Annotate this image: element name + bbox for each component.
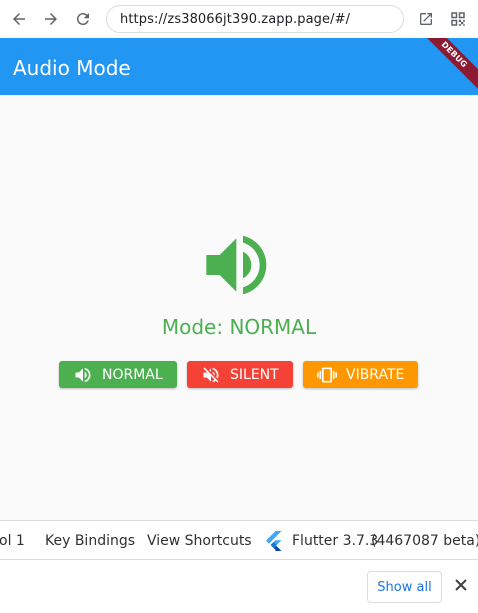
show-all-button[interactable]: Show all (367, 571, 442, 603)
devtools-bar: ol 1 Key Bindings View Shortcuts Flutter… (0, 520, 478, 560)
devtools-item-view-shortcuts[interactable]: View Shortcuts (147, 533, 252, 549)
volume-up-icon (73, 365, 93, 385)
devtools-item-key-bindings[interactable]: Key Bindings (45, 533, 135, 549)
open-external-icon[interactable] (414, 7, 438, 31)
normal-mode-button[interactable]: NORMAL (59, 361, 177, 388)
vibrate-button-label: VIBRATE (346, 366, 405, 383)
main-content: Mode: NORMAL NORMAL SILENT VIBRATE (0, 95, 478, 520)
app-bar: Audio Mode DEBUG (0, 38, 478, 95)
mode-status-text: Mode: NORMAL (161, 315, 317, 339)
vibration-icon (317, 365, 337, 385)
volume-off-icon (201, 365, 221, 385)
vibrate-mode-button[interactable]: VIBRATE (303, 361, 418, 388)
flutter-logo-icon (266, 531, 282, 551)
reload-icon[interactable] (71, 7, 95, 31)
normal-button-label: NORMAL (102, 366, 163, 383)
browser-toolbar: https://zs38066jt390.zapp.page/#/ (0, 0, 478, 38)
download-bar: Show all (0, 560, 478, 613)
page-title: Audio Mode (13, 56, 131, 80)
volume-up-icon (205, 235, 271, 295)
debug-banner: DEBUG (416, 38, 478, 93)
silent-button-label: SILENT (230, 366, 279, 383)
forward-arrow-icon[interactable] (39, 7, 63, 31)
flutter-build: (4467087 beta) (371, 533, 478, 549)
close-icon[interactable] (454, 578, 470, 594)
qr-code-icon[interactable] (446, 7, 470, 31)
flutter-version: Flutter 3.7.3 (292, 533, 379, 549)
silent-mode-button[interactable]: SILENT (187, 361, 293, 388)
back-arrow-icon[interactable] (7, 7, 31, 31)
address-bar[interactable]: https://zs38066jt390.zapp.page/#/ (106, 5, 404, 33)
devtools-item-control[interactable]: ol 1 (0, 533, 25, 549)
url-text: https://zs38066jt390.zapp.page/#/ (120, 11, 351, 27)
